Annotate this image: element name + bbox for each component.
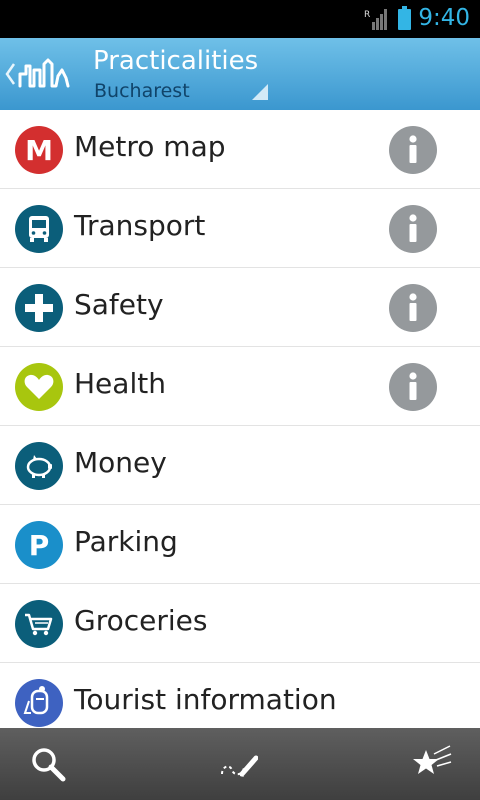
list-item-money[interactable]: Money	[0, 426, 480, 505]
list-item-metro-map[interactable]: M Metro map	[0, 110, 480, 189]
list-item-groceries[interactable]: Groceries	[0, 584, 480, 663]
list-item-transport[interactable]: Transport	[0, 189, 480, 268]
back-chevron-icon[interactable]	[4, 62, 16, 86]
status-time: 9:40	[418, 5, 470, 31]
list-item-label: Groceries	[74, 604, 208, 637]
practicalities-list: M Metro map Transport Safety Health Mone…	[0, 110, 480, 728]
signal-icon: R	[364, 9, 387, 30]
bottom-toolbar	[0, 728, 480, 800]
edit-route-icon[interactable]	[218, 744, 258, 784]
shopping-cart-icon	[15, 600, 63, 648]
search-icon[interactable]	[28, 744, 68, 784]
info-icon[interactable]	[389, 363, 437, 411]
list-item-label: Money	[74, 446, 167, 479]
parking-icon: P	[15, 521, 63, 569]
dropdown-triangle-icon[interactable]	[250, 84, 268, 100]
list-item-label: Tourist information	[74, 683, 337, 716]
list-item-label: Safety	[74, 288, 164, 321]
city-skyline-logo[interactable]	[18, 56, 70, 92]
list-item-health[interactable]: Health	[0, 347, 480, 426]
info-icon[interactable]	[389, 205, 437, 253]
action-bar: Practicalities Bucharest	[0, 38, 480, 110]
list-item-label: Health	[74, 367, 166, 400]
cross-icon	[15, 284, 63, 332]
heart-icon	[15, 363, 63, 411]
info-icon[interactable]	[389, 284, 437, 332]
roaming-indicator: R	[364, 10, 370, 20]
tourist-info-icon	[15, 679, 63, 727]
list-item-tourist-information[interactable]: Tourist information	[0, 663, 480, 728]
metro-icon: M	[15, 126, 63, 174]
piggy-bank-icon	[15, 442, 63, 490]
battery-icon	[398, 6, 411, 30]
page-title: Practicalities	[93, 46, 259, 76]
list-item-safety[interactable]: Safety	[0, 268, 480, 347]
status-bar: R 9:40	[0, 0, 480, 38]
favorites-star-icon[interactable]	[412, 744, 452, 784]
bus-icon	[15, 205, 63, 253]
info-icon[interactable]	[389, 126, 437, 174]
list-item-parking[interactable]: P Parking	[0, 505, 480, 584]
list-item-label: Parking	[74, 525, 178, 558]
list-item-label: Transport	[74, 209, 206, 242]
list-item-label: Metro map	[74, 130, 226, 163]
city-subtitle[interactable]: Bucharest	[94, 80, 190, 102]
